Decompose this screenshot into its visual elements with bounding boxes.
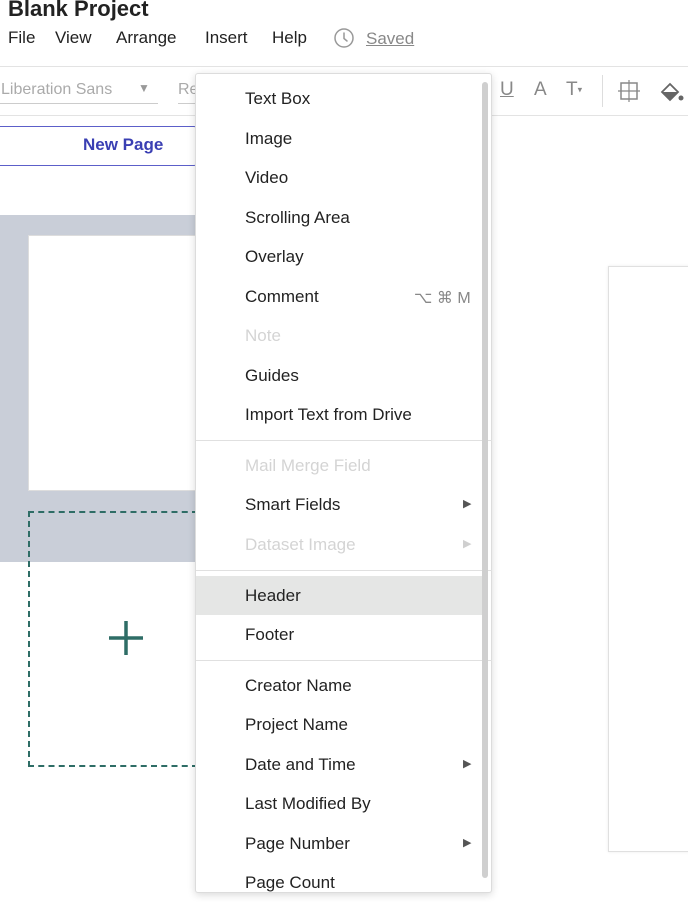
- menu-item-date-and-time[interactable]: Date and Time ▶: [196, 745, 482, 784]
- menu-divider: [196, 660, 492, 661]
- underline-icon[interactable]: U: [500, 79, 514, 101]
- menu-item-overlay[interactable]: Overlay: [196, 237, 482, 276]
- chevron-down-icon: ▼: [138, 81, 150, 95]
- submenu-arrow-icon: ▶: [463, 837, 472, 849]
- menu-item-video[interactable]: Video: [196, 158, 482, 197]
- menu-item-project-name[interactable]: Project Name: [196, 705, 482, 744]
- submenu-arrow-icon: ▶: [463, 538, 472, 550]
- menu-file[interactable]: File: [8, 28, 35, 48]
- menu-item-footer[interactable]: Footer: [196, 615, 482, 654]
- menu-item-guides[interactable]: Guides: [196, 356, 482, 395]
- menu-insert[interactable]: Insert: [205, 28, 248, 48]
- menu-divider: [196, 570, 492, 571]
- toolbar-divider: [602, 75, 603, 107]
- submenu-arrow-icon: ▶: [463, 758, 472, 770]
- canvas-page[interactable]: [608, 266, 688, 852]
- insert-menu-dropdown: Text Box Image Video Scrolling Area Over…: [195, 73, 492, 893]
- text-size-icon[interactable]: T▾: [566, 79, 582, 101]
- menu-view[interactable]: View: [55, 28, 92, 48]
- menu-item-text-box[interactable]: Text Box: [196, 79, 482, 118]
- crop-icon[interactable]: [618, 80, 640, 102]
- menu-item-dataset-image: Dataset Image ▶: [245, 535, 472, 554]
- menu-arrange[interactable]: Arrange: [116, 28, 176, 48]
- menu-item-header[interactable]: Header: [196, 576, 482, 615]
- menu-item-image[interactable]: Image: [196, 119, 482, 158]
- page-thumbnail[interactable]: [28, 235, 196, 491]
- menu-divider: [196, 440, 492, 441]
- font-family-select[interactable]: Liberation Sans ▼: [0, 81, 158, 104]
- menu-item-smart-fields[interactable]: Smart Fields ▶: [196, 485, 482, 524]
- menu-item-comment[interactable]: Comment ⌥ ⌘ M: [196, 277, 482, 316]
- text-color-icon[interactable]: A: [534, 79, 547, 101]
- project-title[interactable]: Blank Project: [8, 0, 149, 22]
- keyboard-shortcut: ⌥ ⌘ M: [414, 290, 471, 307]
- plus-icon: [109, 621, 143, 655]
- clock-icon: [334, 28, 354, 48]
- saved-status-link[interactable]: Saved: [366, 29, 414, 49]
- menu-item-mail-merge-field: Mail Merge Field: [245, 456, 371, 475]
- new-page-label: New Page: [83, 135, 164, 154]
- font-family-value: Liberation Sans: [1, 81, 113, 98]
- menu-item-last-modified-by[interactable]: Last Modified By: [196, 784, 482, 823]
- menu-item-creator-name[interactable]: Creator Name: [196, 666, 482, 705]
- fill-bucket-icon[interactable]: [658, 80, 684, 104]
- menu-item-page-number[interactable]: Page Number ▶: [196, 824, 482, 863]
- menu-item-scrolling-area[interactable]: Scrolling Area: [196, 198, 482, 237]
- menu-help[interactable]: Help: [272, 28, 307, 48]
- menu-item-note: Note: [245, 326, 281, 345]
- menu-scrollbar[interactable]: [482, 82, 488, 878]
- menu-item-page-count[interactable]: Page Count: [196, 863, 482, 902]
- new-page-tab[interactable]: New Page: [0, 126, 197, 166]
- submenu-arrow-icon: ▶: [463, 498, 472, 510]
- menu-item-import-text[interactable]: Import Text from Drive: [196, 395, 482, 434]
